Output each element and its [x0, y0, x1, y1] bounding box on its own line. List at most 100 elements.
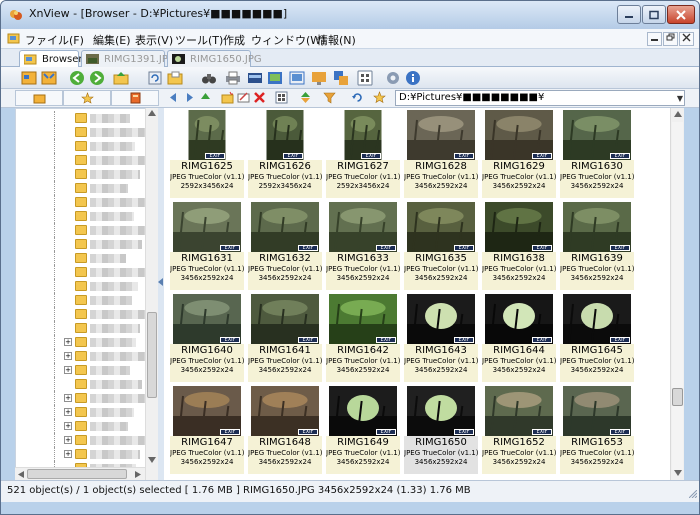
tree-folder-item[interactable]: [16, 377, 146, 391]
back-arrow-icon[interactable]: [69, 70, 85, 86]
mdi-close-button[interactable]: [679, 32, 694, 46]
thumbnail-item[interactable]: EXIF RIMG1652 JPEG TrueColor (v1.1) 3456x25…: [482, 384, 556, 474]
scroll-down-icon[interactable]: [148, 457, 156, 463]
tree-folder-item[interactable]: [16, 307, 150, 321]
menu-edit[interactable]: 編集(E): [93, 32, 131, 48]
folder-tree[interactable]: + + + + + + + +: [15, 108, 158, 480]
tree-folder-item[interactable]: +: [16, 391, 150, 405]
thumbnail-item[interactable]: EXIF RIMG1653 JPEG TrueColor (v1.1) 3456x25…: [560, 384, 634, 474]
expand-toggle-icon[interactable]: +: [64, 352, 72, 360]
sort-icon[interactable]: [299, 91, 312, 104]
scroll-left-icon[interactable]: [18, 471, 24, 478]
address-bar[interactable]: D:¥Pictures¥■■■■■■■■¥ ▼: [395, 90, 685, 106]
thumbnail-item[interactable]: EXIF RIMG1640 JPEG TrueColor (v1.1) 3456x25…: [170, 292, 244, 382]
expand-toggle-icon[interactable]: +: [64, 422, 72, 430]
info-icon[interactable]: [405, 70, 421, 86]
tree-folder-item[interactable]: [16, 111, 146, 125]
tree-folder-item[interactable]: [16, 195, 148, 209]
tree-folder-item[interactable]: [16, 279, 146, 293]
tree-scroll-thumb[interactable]: [147, 312, 157, 398]
thumbnail-item[interactable]: EXIF RIMG1648 JPEG TrueColor (v1.1) 3456x25…: [248, 384, 322, 474]
thumbnail-item[interactable]: EXIF RIMG1625 JPEG TrueColor (v1.1) 2592x34…: [170, 108, 244, 198]
menu-create[interactable]: 作成: [223, 32, 245, 48]
scroll-up-icon[interactable]: [148, 110, 156, 116]
new-folder-icon[interactable]: [221, 91, 234, 104]
expand-toggle-icon[interactable]: +: [64, 338, 72, 346]
mdi-minimize-button[interactable]: [647, 32, 662, 46]
print-icon[interactable]: [225, 70, 241, 86]
multi-page-icon[interactable]: [333, 70, 349, 86]
thumbnail-item[interactable]: EXIF RIMG1647 JPEG TrueColor (v1.1) 3456x25…: [170, 384, 244, 474]
forward-arrow-icon[interactable]: [89, 70, 105, 86]
tree-folder-item[interactable]: [16, 265, 148, 279]
tree-hscroll-thumb[interactable]: [27, 469, 127, 479]
tree-folder-item[interactable]: [16, 237, 146, 251]
nav-up-icon[interactable]: [199, 91, 212, 104]
thumbnail-item[interactable]: EXIF RIMG1643 JPEG TrueColor (v1.1) 3456x25…: [404, 292, 478, 382]
add-favorite-star-icon[interactable]: [373, 91, 386, 104]
minimize-button[interactable]: [617, 5, 641, 24]
menu-view[interactable]: 表示(V): [135, 32, 173, 48]
tab-rimg1650[interactable]: RIMG1650.JPG: [167, 50, 262, 67]
menu-file[interactable]: ファイル(F): [25, 32, 84, 48]
thumbnail-item[interactable]: EXIF RIMG1626 JPEG TrueColor (v1.1) 2592x34…: [248, 108, 322, 198]
capture-icon[interactable]: [289, 70, 305, 86]
expand-toggle-icon[interactable]: +: [64, 450, 72, 458]
tree-folder-item[interactable]: +: [16, 447, 146, 461]
scroll-track[interactable]: [672, 122, 683, 470]
thumbnail-item[interactable]: EXIF RIMG1635 JPEG TrueColor (v1.1) 3456x25…: [404, 200, 478, 290]
thumbnail-item[interactable]: EXIF RIMG1641 JPEG TrueColor (v1.1) 3456x25…: [248, 292, 322, 382]
tree-folder-item[interactable]: +: [16, 363, 146, 377]
tree-folder-item[interactable]: +: [16, 433, 148, 447]
thumbnail-item[interactable]: EXIF RIMG1629 JPEG TrueColor (v1.1) 3456x25…: [482, 108, 556, 198]
refresh-list-icon[interactable]: [351, 91, 364, 104]
thumbnail-item[interactable]: EXIF RIMG1627 JPEG TrueColor (v1.1) 2592x34…: [326, 108, 400, 198]
scanner-icon[interactable]: [247, 70, 263, 86]
chevron-down-icon[interactable]: ▼: [677, 92, 683, 106]
resize-grip-icon[interactable]: [689, 490, 697, 498]
tree-horizontal-scrollbar[interactable]: [15, 467, 145, 480]
view-mode-icon[interactable]: [275, 91, 288, 104]
grid-view-icon[interactable]: [357, 70, 373, 86]
thumbnail-item[interactable]: EXIF RIMG1649 JPEG TrueColor (v1.1) 3456x25…: [326, 384, 400, 474]
thumbnail-item[interactable]: EXIF RIMG1639 JPEG TrueColor (v1.1) 3456x25…: [560, 200, 634, 290]
filter-icon[interactable]: [323, 91, 336, 104]
fullscreen-icon[interactable]: [41, 70, 57, 86]
expand-toggle-icon[interactable]: +: [64, 408, 72, 416]
refresh-icon[interactable]: [147, 70, 163, 86]
delete-icon[interactable]: [253, 91, 266, 104]
tree-folder-item[interactable]: +: [16, 405, 146, 419]
thumbnail-item[interactable]: EXIF RIMG1644 JPEG TrueColor (v1.1) 3456x25…: [482, 292, 556, 382]
tree-folder-item[interactable]: [16, 139, 146, 153]
slideshow-icon[interactable]: [267, 70, 283, 86]
tree-folder-item[interactable]: [16, 251, 146, 265]
grid-vertical-scrollbar[interactable]: [670, 108, 684, 480]
nav-back-icon[interactable]: [167, 91, 180, 104]
tree-vertical-scrollbar[interactable]: [145, 108, 158, 480]
scroll-down-icon[interactable]: [674, 470, 682, 476]
browser-mode-icon[interactable]: [21, 70, 37, 86]
thumbnail-item[interactable]: EXIF RIMG1633 JPEG TrueColor (v1.1) 3456x25…: [326, 200, 400, 290]
tree-folder-item[interactable]: [16, 181, 146, 195]
parent-folder-icon[interactable]: [113, 70, 129, 86]
tree-folder-item[interactable]: [16, 293, 146, 307]
menu-window[interactable]: ウィンドウ(W): [251, 32, 325, 48]
nav-forward-icon[interactable]: [183, 91, 196, 104]
tree-folder-item[interactable]: [16, 167, 146, 181]
web-page-icon[interactable]: [311, 70, 327, 86]
thumbnail-item[interactable]: EXIF RIMG1631 JPEG TrueColor (v1.1) 3456x25…: [170, 200, 244, 290]
tree-folder-item[interactable]: [16, 153, 152, 167]
tree-folder-item[interactable]: [16, 223, 150, 237]
thumbnail-item[interactable]: EXIF RIMG1638 JPEG TrueColor (v1.1) 3456x25…: [482, 200, 556, 290]
expand-toggle-icon[interactable]: +: [64, 366, 72, 374]
rename-icon[interactable]: [237, 91, 250, 104]
thumbnail-item[interactable]: EXIF RIMG1628 JPEG TrueColor (v1.1) 3456x25…: [404, 108, 478, 198]
tree-folder-item[interactable]: +: [16, 419, 146, 433]
mdi-restore-button[interactable]: [663, 32, 678, 46]
folders-pane-button[interactable]: [15, 90, 63, 106]
menu-info[interactable]: 情報(N): [317, 32, 356, 48]
thumbnail-item[interactable]: EXIF RIMG1645 JPEG TrueColor (v1.1) 3456x25…: [560, 292, 634, 382]
tree-folder-item[interactable]: +: [16, 349, 146, 363]
thumbnail-item[interactable]: EXIF RIMG1630 JPEG TrueColor (v1.1) 3456x25…: [560, 108, 634, 198]
tab-rimg1391[interactable]: RIMG1391.JPG: [81, 50, 176, 67]
